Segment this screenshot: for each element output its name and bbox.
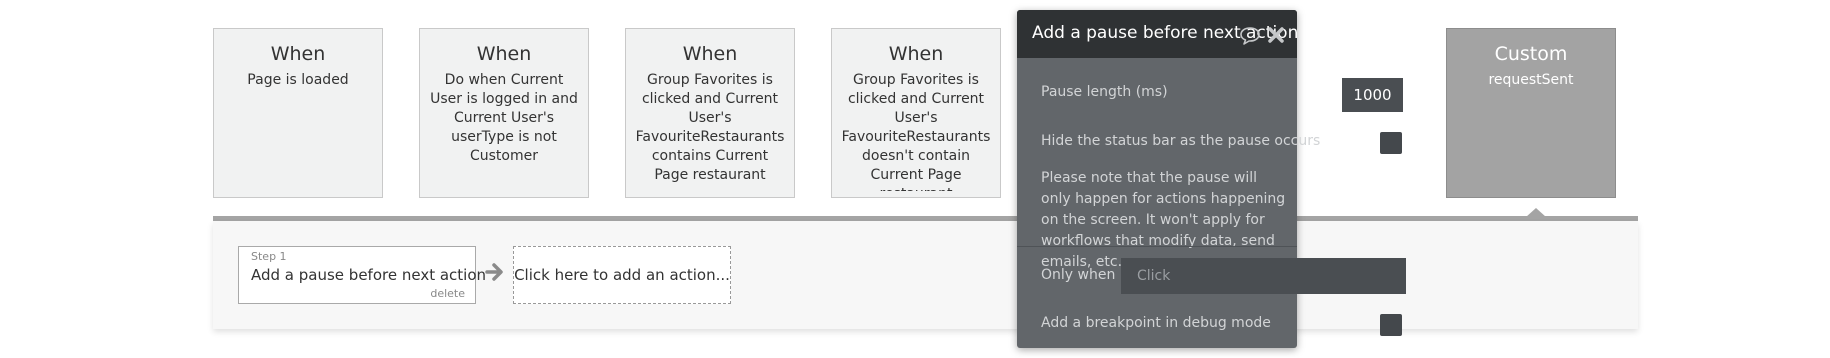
event-card-title: When: [476, 43, 532, 65]
add-action-button[interactable]: Click here to add an action...: [513, 246, 731, 304]
event-card-page-loaded[interactable]: When Page is loaded: [213, 28, 383, 198]
breakpoint-checkbox[interactable]: [1380, 314, 1402, 336]
only-when-placeholder: Click: [1137, 268, 1171, 284]
arrow-right-icon: [485, 263, 503, 281]
event-card-description: Page is loaded: [247, 72, 349, 88]
popup-divider: [1017, 246, 1297, 247]
event-card-title: When: [888, 43, 944, 65]
popup-header: Add a pause before next action: [1017, 10, 1297, 58]
selected-event-caret: [1526, 208, 1546, 217]
hide-status-bar-checkbox[interactable]: [1380, 132, 1402, 154]
event-card-title: When: [682, 43, 738, 65]
event-card-description: requestSent: [1488, 72, 1574, 88]
event-card-description: Do when Current User is logged in and Cu…: [430, 72, 578, 164]
step-label: Add a pause before next action: [251, 266, 487, 284]
event-card-title: Custom: [1494, 43, 1568, 65]
action-step-1[interactable]: Step 1 Add a pause before next action de…: [238, 246, 486, 304]
delete-step-link[interactable]: delete: [430, 287, 465, 300]
only-when-condition-input[interactable]: Click: [1121, 258, 1406, 294]
hide-status-bar-label: Hide the status bar as the pause occurs: [1041, 133, 1321, 149]
pause-length-label: Pause length (ms): [1041, 84, 1168, 100]
close-icon[interactable]: [1265, 24, 1287, 46]
event-card-description: Group Favorites is clicked and Current U…: [841, 72, 991, 191]
event-card-title: When: [270, 43, 326, 65]
pause-length-input[interactable]: [1342, 78, 1403, 112]
event-card-favorites-not-contains[interactable]: When Group Favorites is clicked and Curr…: [831, 28, 1001, 198]
only-when-label: Only when: [1041, 267, 1116, 283]
event-card-custom-request-sent[interactable]: Custom requestSent: [1446, 28, 1616, 198]
breakpoint-label: Add a breakpoint in debug mode: [1041, 315, 1271, 331]
comment-icon[interactable]: [1239, 24, 1261, 46]
step-number: Step 1: [251, 250, 287, 263]
event-card-user-logged-in[interactable]: When Do when Current User is logged in a…: [419, 28, 589, 198]
event-card-favorites-contains[interactable]: When Group Favorites is clicked and Curr…: [625, 28, 795, 198]
event-card-description: Group Favorites is clicked and Current U…: [635, 72, 785, 183]
